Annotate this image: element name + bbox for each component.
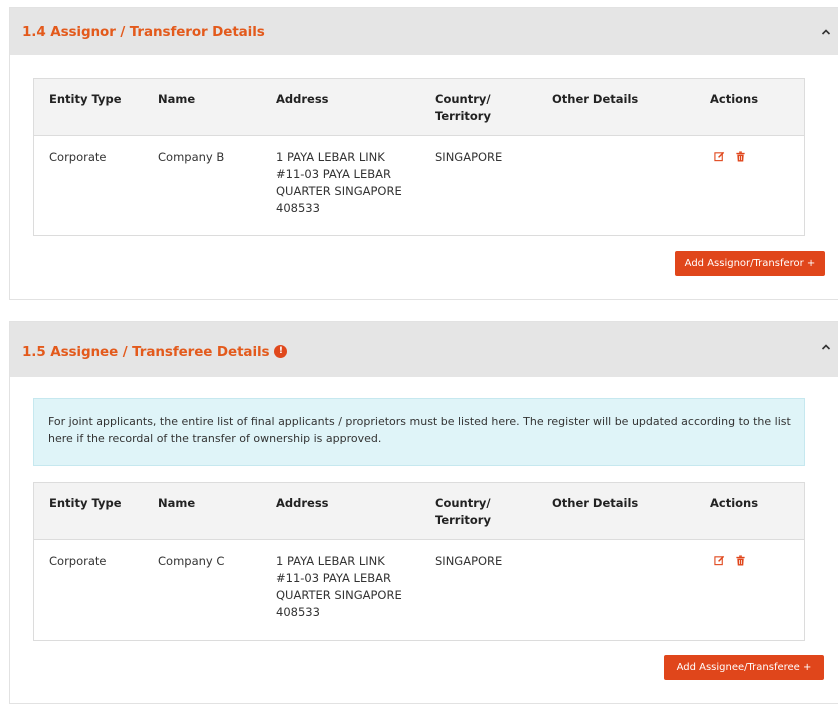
chevron-up-icon[interactable] xyxy=(820,26,832,38)
joint-applicants-notice: For joint applicants, the entire list of… xyxy=(33,398,805,466)
column-header-name: Name xyxy=(158,496,196,510)
info-icon[interactable]: ! xyxy=(274,345,288,358)
column-header-country: Country/ Territory xyxy=(435,92,491,123)
column-header-address: Address xyxy=(276,92,329,106)
assignee-section-header[interactable]: 1.5 Assignee / Transferee Details ! xyxy=(10,322,838,377)
cell-name: Company C xyxy=(158,554,225,568)
cell-entity-type: Corporate xyxy=(49,554,107,568)
cell-entity-type: Corporate xyxy=(49,150,107,164)
column-header-country: Country/ Territory xyxy=(435,496,491,527)
edit-icon[interactable] xyxy=(714,151,725,162)
column-header-actions: Actions xyxy=(710,496,759,510)
cell-address: 1 PAYA LEBAR LINK #11-03 PAYA LEBAR QUAR… xyxy=(276,150,402,215)
table-header: Entity Type Name Address Country/ Territ… xyxy=(34,483,804,540)
column-header-address: Address xyxy=(276,496,329,510)
row-actions xyxy=(714,555,746,566)
column-header-entity-type: Entity Type xyxy=(49,496,122,510)
assignee-table: Entity Type Name Address Country/ Territ… xyxy=(33,482,805,641)
column-header-entity-type: Entity Type xyxy=(49,92,122,106)
chevron-up-icon[interactable] xyxy=(820,341,832,353)
table-header: Entity Type Name Address Country/ Territ… xyxy=(34,79,804,136)
cell-address: 1 PAYA LEBAR LINK #11-03 PAYA LEBAR QUAR… xyxy=(276,554,402,619)
assignor-section: 1.4 Assignor / Transferor Details Entity… xyxy=(9,7,838,300)
cell-country: SINGAPORE xyxy=(435,554,503,568)
column-header-other-details: Other Details xyxy=(552,92,639,106)
assignee-section: 1.5 Assignee / Transferee Details ! For … xyxy=(9,321,838,704)
cell-name: Company B xyxy=(158,150,225,164)
cell-country: SINGAPORE xyxy=(435,150,503,164)
column-header-name: Name xyxy=(158,92,196,106)
edit-icon[interactable] xyxy=(714,555,725,566)
trash-icon[interactable] xyxy=(735,151,746,162)
assignor-table: Entity Type Name Address Country/ Territ… xyxy=(33,78,805,236)
assignee-section-title: 1.5 Assignee / Transferee Details xyxy=(22,343,270,360)
column-header-actions: Actions xyxy=(710,92,759,106)
trash-icon[interactable] xyxy=(735,555,746,566)
assignor-section-title: 1.4 Assignor / Transferor Details xyxy=(22,23,265,40)
add-assignee-button[interactable]: Add Assignee/Transferee + xyxy=(664,655,824,680)
row-actions xyxy=(714,151,746,162)
add-assignor-button[interactable]: Add Assignor/Transferor + xyxy=(675,251,825,276)
assignor-section-header[interactable]: 1.4 Assignor / Transferor Details xyxy=(10,8,838,55)
column-header-other-details: Other Details xyxy=(552,496,639,510)
